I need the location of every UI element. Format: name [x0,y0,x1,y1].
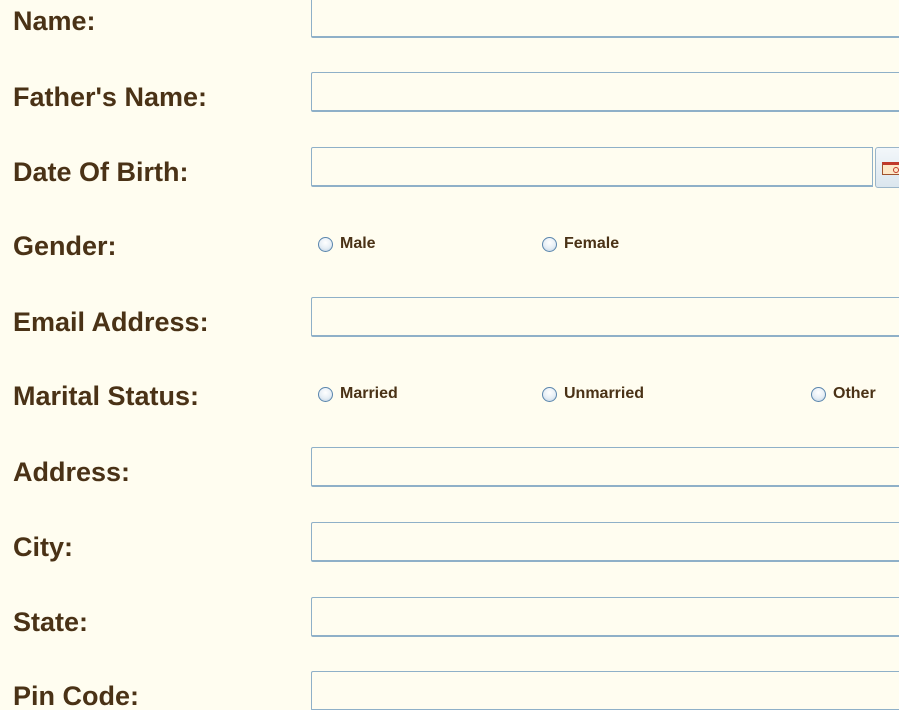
marital-option-married[interactable]: Married [318,385,398,403]
marital-option-label: Other [833,385,876,402]
gender-option-label: Male [340,235,376,252]
marital-option-label: Unmarried [564,385,645,402]
marital-option-unmarried[interactable]: Unmarried [542,385,644,403]
marital-status-label: Marital Status: [13,381,200,411]
radio-button-icon[interactable] [811,386,826,402]
pin-code-input[interactable] [311,671,899,710]
city-label: City: [13,532,73,562]
email-label: Email Address: [13,307,209,337]
name-label: Name: [13,6,96,36]
name-input[interactable] [311,0,899,38]
radio-button-icon[interactable] [542,386,557,402]
gender-label: Gender: [13,231,117,261]
gender-option-female[interactable]: Female [542,235,619,253]
pin-code-label: Pin Code: [13,681,139,710]
radio-button-icon[interactable] [542,236,557,252]
email-input[interactable] [311,297,899,337]
registration-form: Name: Father's Name: Date Of Birth: Gend… [0,0,899,710]
father-name-input[interactable] [311,72,899,112]
gender-option-label: Female [564,235,620,252]
city-input[interactable] [311,522,899,562]
radio-button-icon[interactable] [318,236,333,252]
marital-option-label: Married [340,385,398,402]
state-input[interactable] [311,597,899,637]
address-input[interactable] [311,447,899,487]
state-label: State: [13,607,89,637]
gender-option-male[interactable]: Male [318,235,376,253]
marital-option-other[interactable]: Other [811,385,876,403]
calendar-button[interactable] [875,147,899,188]
radio-button-icon[interactable] [318,386,333,402]
dob-input[interactable] [311,147,873,187]
calendar-icon [882,162,899,175]
father-name-label: Father's Name: [13,82,207,112]
dob-label: Date Of Birth: [13,157,189,187]
address-label: Address: [13,457,131,487]
